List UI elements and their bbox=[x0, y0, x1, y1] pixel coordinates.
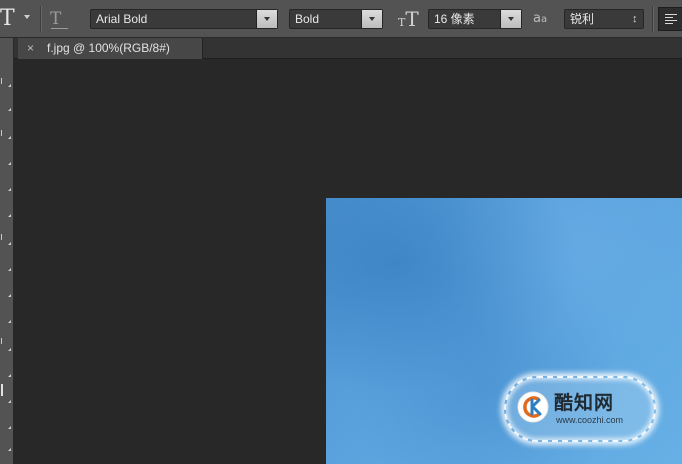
font-size-dropdown[interactable]: 16 像素 bbox=[428, 9, 522, 29]
tool-flyout-icon[interactable] bbox=[8, 400, 11, 403]
watermark-brand: 酷知网 bbox=[554, 392, 615, 414]
text-tool-icon[interactable] bbox=[1, 384, 9, 396]
tool-flyout-icon[interactable] bbox=[8, 268, 11, 271]
font-size-icon: TT bbox=[398, 7, 419, 31]
chevron-down-icon[interactable] bbox=[256, 10, 277, 28]
tool-flyout-icon[interactable] bbox=[8, 108, 11, 111]
tool-flyout-icon[interactable] bbox=[8, 448, 11, 451]
tool-flyout-icon[interactable] bbox=[8, 242, 11, 245]
align-left-button[interactable] bbox=[658, 7, 682, 31]
document-tab[interactable]: × f.jpg @ 100%(RGB/8#) bbox=[18, 38, 203, 59]
tool-icon[interactable] bbox=[1, 234, 8, 240]
text-orientation-icon[interactable]: T bbox=[50, 8, 72, 30]
anti-alias-dropdown[interactable]: 锐利 bbox=[564, 9, 644, 29]
align-left-icon bbox=[665, 14, 677, 15]
chevron-down-icon[interactable] bbox=[361, 10, 382, 28]
document-image[interactable]: 酷知网 www.coozhi.com bbox=[326, 198, 682, 464]
tool-flyout-icon[interactable] bbox=[8, 320, 11, 323]
tool-flyout-icon[interactable] bbox=[8, 374, 11, 377]
tool-flyout-icon[interactable] bbox=[8, 162, 11, 165]
align-line bbox=[665, 20, 677, 21]
tool-preset-chevron-down-icon[interactable] bbox=[24, 15, 30, 19]
watermark-url: www.coozhi.com bbox=[556, 415, 624, 425]
tool-flyout-icon[interactable] bbox=[8, 348, 11, 351]
text-tool-icon[interactable]: T bbox=[0, 4, 18, 34]
coozhi-watermark: 酷知网 www.coozhi.com bbox=[504, 376, 656, 442]
canvas-workspace[interactable]: 酷知网 www.coozhi.com bbox=[14, 59, 682, 464]
tool-icon[interactable] bbox=[1, 78, 8, 84]
tool-flyout-icon[interactable] bbox=[8, 136, 11, 139]
tool-flyout-icon[interactable] bbox=[8, 294, 11, 297]
tool-flyout-icon[interactable] bbox=[8, 188, 11, 191]
align-line bbox=[665, 23, 673, 24]
toolbar-divider bbox=[652, 6, 654, 32]
font-style-dropdown[interactable]: Bold bbox=[289, 9, 383, 29]
tools-panel bbox=[0, 38, 14, 464]
tool-icon[interactable] bbox=[1, 130, 8, 136]
document-tab-bar: × f.jpg @ 100%(RGB/8#) bbox=[14, 38, 682, 59]
tool-icon[interactable] bbox=[1, 338, 8, 344]
align-line bbox=[665, 17, 673, 18]
tool-flyout-icon[interactable] bbox=[8, 214, 11, 217]
font-family-value: Arial Bold bbox=[96, 12, 148, 26]
coozhi-logo-icon bbox=[517, 391, 549, 423]
anti-alias-icon: aa bbox=[533, 11, 548, 26]
chevron-down-icon[interactable] bbox=[500, 10, 521, 28]
toolbar-divider bbox=[40, 6, 42, 32]
tool-flyout-icon[interactable] bbox=[8, 426, 11, 429]
font-style-value: Bold bbox=[295, 12, 320, 26]
up-down-arrow-icon[interactable] bbox=[629, 10, 643, 28]
options-bar: T T Arial Bold Bold TT 16 像素 aa 锐利 bbox=[0, 0, 682, 38]
font-family-dropdown[interactable]: Arial Bold bbox=[90, 9, 278, 29]
anti-alias-value: 锐利 bbox=[570, 12, 595, 26]
document-tab-title: f.jpg @ 100%(RGB/8#) bbox=[47, 41, 170, 55]
tool-flyout-icon[interactable] bbox=[8, 84, 11, 87]
close-icon[interactable]: × bbox=[27, 40, 34, 56]
font-size-value: 16 像素 bbox=[434, 12, 475, 26]
